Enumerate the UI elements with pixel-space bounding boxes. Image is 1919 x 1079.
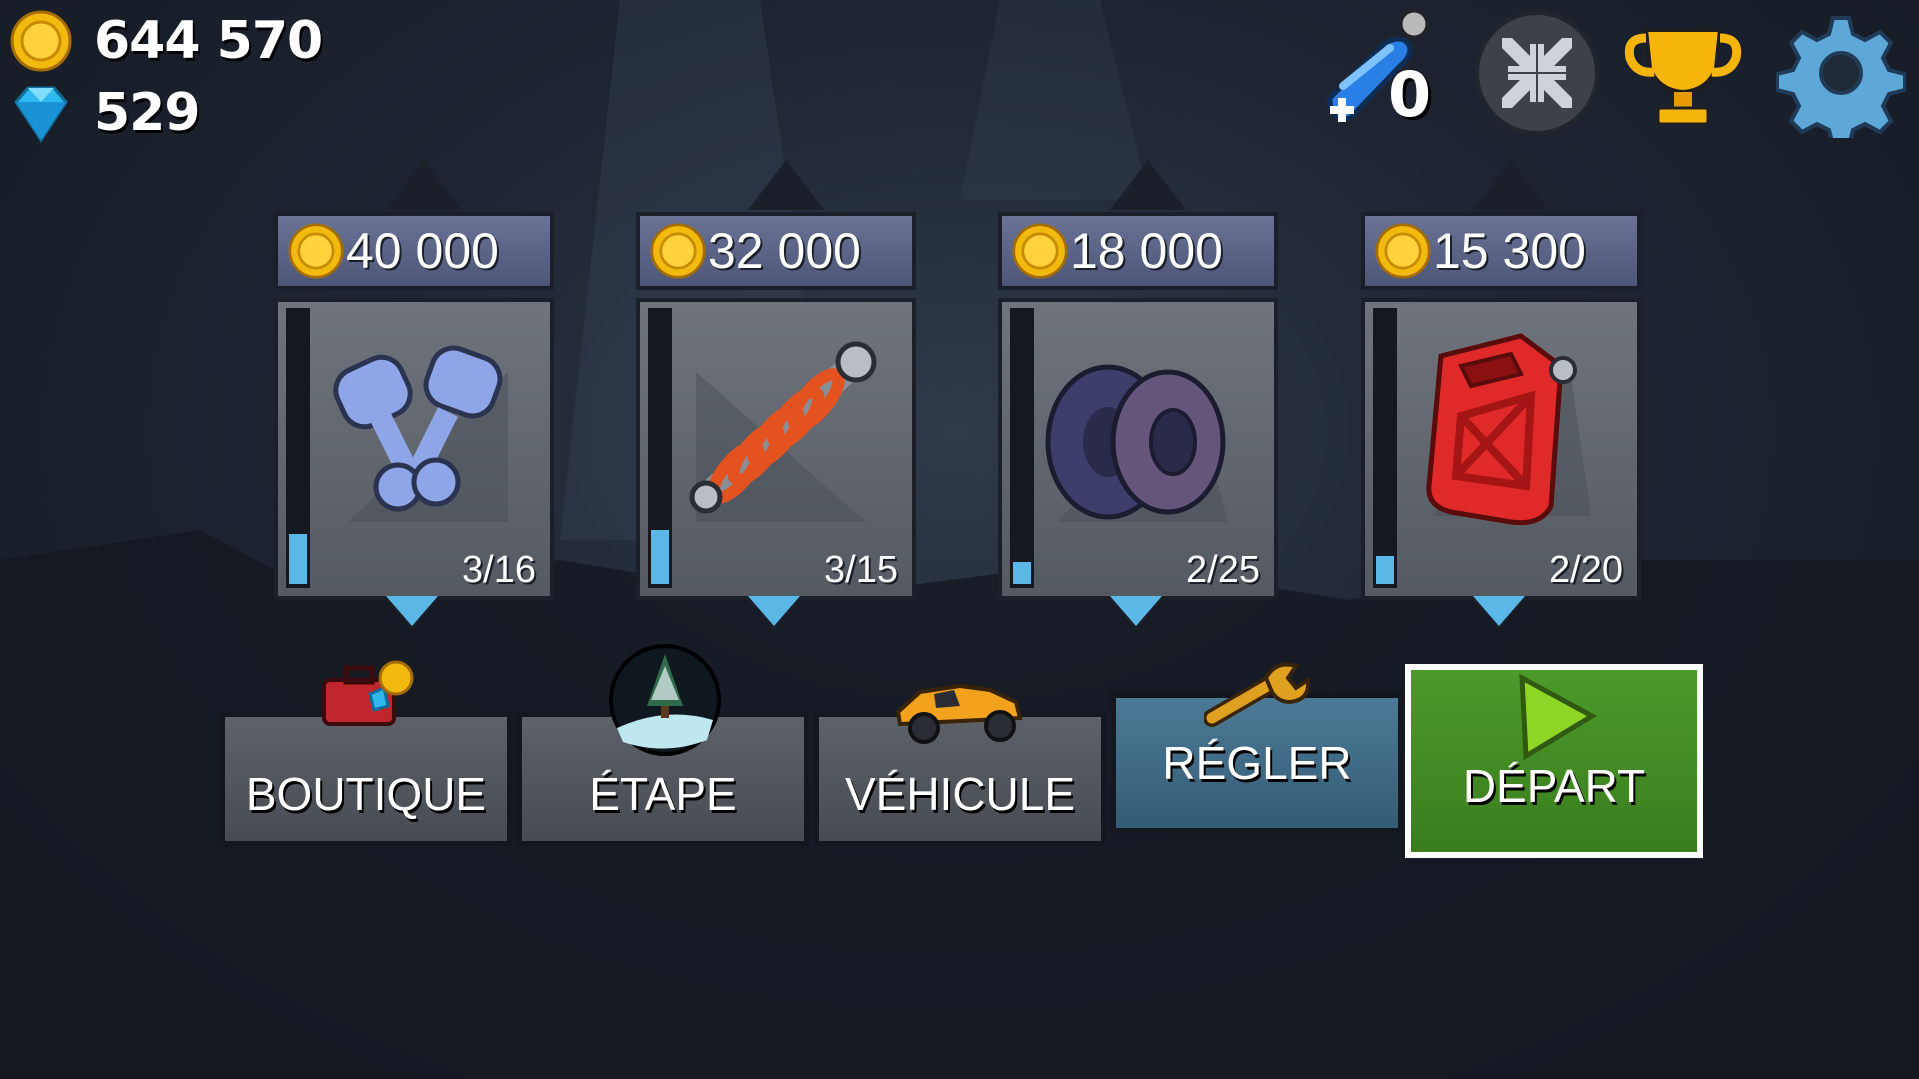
coin-icon: [1012, 223, 1068, 279]
suspension-spring-icon: [689, 341, 877, 522]
upgrade-price: 32 000: [708, 223, 861, 279]
start-label: DÉPART: [1462, 760, 1646, 812]
card-pointer: [748, 160, 824, 210]
gem-counter: 529: [10, 82, 201, 144]
coin-icon: [650, 223, 706, 279]
wrench-icon: [1204, 662, 1311, 727]
toolbox-icon: [322, 660, 414, 726]
play-icon: [1519, 673, 1598, 761]
settings-button[interactable]: [1775, 8, 1907, 148]
upgrade-level: 3/15: [824, 549, 898, 591]
upgrade-arrow-icon: [386, 596, 438, 626]
upgrade-body[interactable]: 2/20: [1361, 298, 1641, 600]
shop-label: BOUTIQUE: [245, 768, 487, 820]
upgrade-level-meter: [1010, 308, 1034, 588]
upgrade-level: 2/20: [1549, 549, 1623, 591]
upgrade-body[interactable]: 2/25: [998, 298, 1278, 600]
stage-preview-icon: [609, 644, 721, 756]
upgrade-price-bar[interactable]: 15 300: [1361, 212, 1641, 290]
boost-count: 0: [1388, 58, 1432, 131]
shop-button[interactable]: BOUTIQUE: [220, 712, 512, 846]
card-pointer: [386, 160, 462, 210]
stage-label: ÉTAPE: [589, 768, 737, 820]
upgrade-card-suspension[interactable]: 32 000 3/15: [628, 160, 918, 626]
upgrade-card-tires[interactable]: 18 000 2/25: [990, 160, 1280, 626]
upgrade-price-bar[interactable]: 40 000: [274, 212, 554, 290]
engine-piston-icon: [333, 345, 508, 522]
minimize-button[interactable]: [1472, 8, 1602, 138]
upgrade-level-meter: [648, 308, 672, 588]
upgrade-price: 18 000: [1070, 223, 1223, 279]
coin-amount: 644 570: [94, 11, 323, 71]
gem-icon: [14, 86, 68, 143]
minimize-icon: [1475, 11, 1599, 135]
coin-counter: 644 570: [10, 10, 323, 72]
upgrade-price-bar[interactable]: 32 000: [636, 212, 916, 290]
tune-label: RÉGLER: [1162, 737, 1352, 789]
card-pointer: [1110, 160, 1186, 210]
upgrade-body[interactable]: 3/16: [274, 298, 554, 600]
gem-amount: 529: [94, 83, 201, 143]
upgrade-price: 40 000: [346, 223, 499, 279]
fuel-can-icon: [1426, 333, 1591, 526]
upgrade-level: 3/16: [462, 549, 536, 591]
card-pointer: [1473, 160, 1549, 210]
upgrade-level-meter: [1373, 308, 1397, 588]
trophy-icon: [1624, 28, 1742, 126]
upgrade-level-meter: [286, 308, 310, 588]
coin-icon: [1375, 223, 1431, 279]
trophy-button[interactable]: [1618, 8, 1748, 138]
upgrade-card-engine[interactable]: 40 000 3/16: [266, 160, 556, 626]
upgrade-arrow-icon: [1110, 596, 1162, 626]
upgrade-arrow-icon: [748, 596, 800, 626]
tires-icon: [1045, 364, 1228, 522]
upgrade-body[interactable]: 3/15: [636, 298, 916, 600]
upgrade-price: 15 300: [1433, 223, 1586, 279]
upgrade-arrow-icon: [1473, 596, 1525, 626]
gear-icon: [1775, 16, 1907, 148]
coin-icon: [288, 223, 344, 279]
upgrade-price-bar[interactable]: 18 000: [998, 212, 1278, 290]
upgrade-card-fuel[interactable]: 15 300 2/20: [1353, 160, 1643, 626]
coin-icon: [10, 10, 72, 72]
truck-icon: [895, 683, 1023, 744]
vehicle-label: VÉHICULE: [844, 768, 1076, 820]
upgrade-level: 2/25: [1186, 549, 1260, 591]
